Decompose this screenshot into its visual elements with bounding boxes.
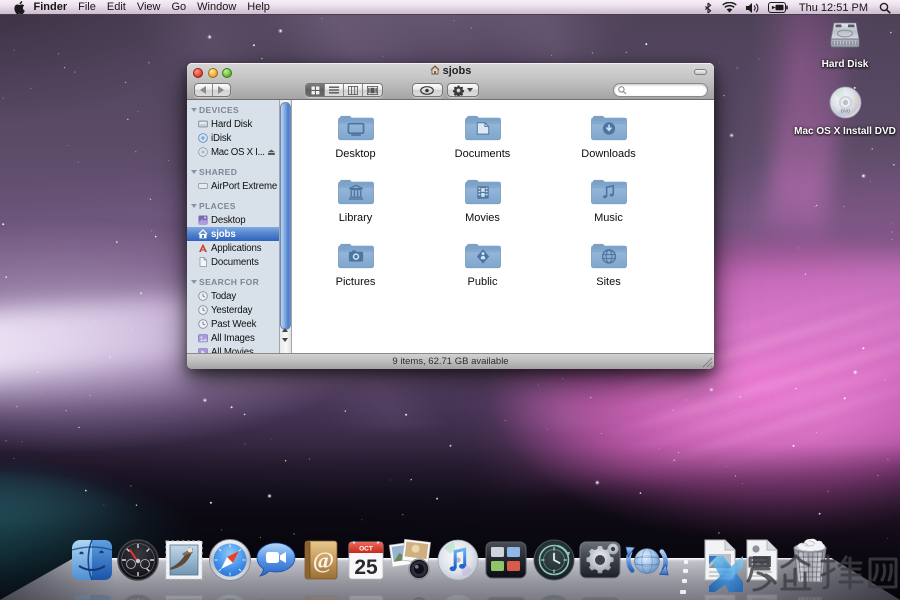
svg-text:@: @ — [313, 548, 334, 574]
svg-text:DVD: DVD — [840, 109, 850, 114]
svg-text:OCT: OCT — [359, 546, 373, 553]
svg-text:25: 25 — [354, 556, 378, 579]
